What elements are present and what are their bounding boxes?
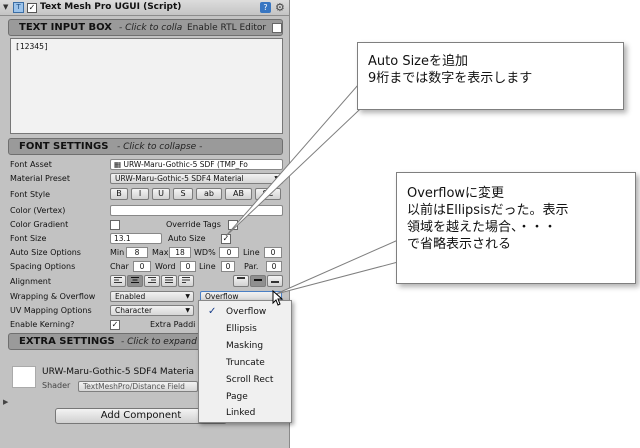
mouse-cursor-icon: [272, 290, 284, 306]
autosize-callout-line2: 9桁までは数字を表示します: [368, 71, 533, 86]
overflow-callout-line2: 以前はEllipsisだった。表示: [407, 203, 569, 218]
autosize-callout-pointer: [225, 84, 376, 237]
overflow-callout-line1: Overflowに変更: [407, 186, 505, 201]
autosize-callout-line1: Auto Sizeを追加: [368, 54, 469, 69]
overflow-callout-pointer: [275, 239, 399, 295]
overflow-callout-line4: で省略表示される: [407, 237, 512, 252]
overflow-callout-line3: 領域を越えた場合、・・・: [407, 220, 557, 235]
overflow-callout: Overflowに変更 以前はEllipsisだった。表示 領域を越えた場合、・…: [396, 172, 636, 284]
autosize-callout: Auto Sizeを追加 9桁までは数字を表示します: [357, 42, 624, 110]
